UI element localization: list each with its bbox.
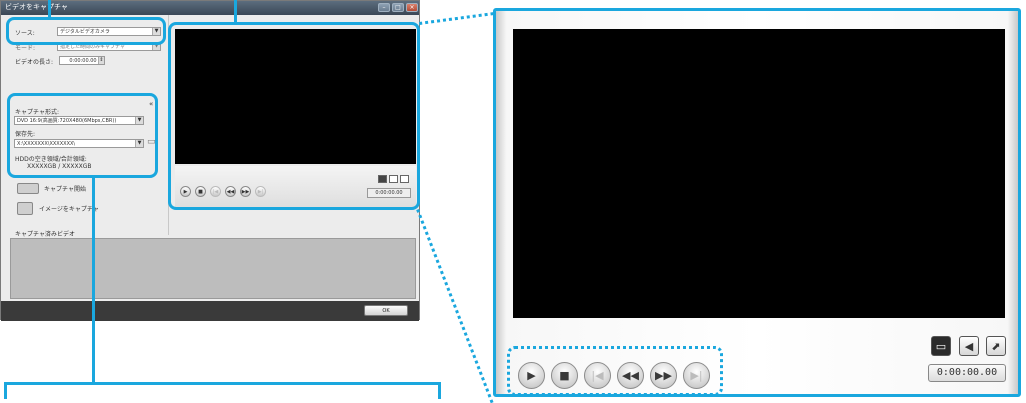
captured-video-label: キャプチャ済みビデオ: [15, 231, 75, 238]
settings-callout-left: [4, 382, 7, 399]
capture-image-button[interactable]: イメージをキャプチャ: [17, 202, 99, 215]
zoom-connector-bottom: [416, 209, 494, 403]
title-bar: ビデオをキャプチャ – □ ×: [1, 1, 419, 15]
stop-button[interactable]: ■: [551, 362, 578, 389]
source-callout-line: [48, 0, 51, 18]
speaker-icon[interactable]: ◀: [959, 336, 979, 356]
preview-highlight: [168, 22, 420, 210]
settings-callout-right: [438, 382, 441, 399]
capture-image-label: イメージをキャプチャ: [39, 206, 99, 213]
capture-settings-highlight: [7, 93, 158, 178]
source-highlight: [6, 17, 166, 45]
next-button[interactable]: ▶|: [683, 362, 710, 389]
settings-callout-line: [92, 178, 95, 384]
rewind-button[interactable]: ◀◀: [617, 362, 644, 389]
ok-button[interactable]: OK: [364, 305, 408, 316]
time-display: 0:00:00.00: [928, 364, 1006, 382]
zoom-connector-top: [419, 12, 494, 25]
play-button[interactable]: ▶: [518, 362, 545, 389]
zoomed-preview-panel: ▭ ◀ ⬈ ▶ ■ |◀ ◀◀ ▶▶ ▶| 0:00:00.00: [493, 8, 1021, 397]
fullscreen-icon[interactable]: ⬈: [986, 336, 1006, 356]
camera-icon: [17, 202, 33, 215]
snapshot-icon[interactable]: ▭: [931, 336, 951, 356]
window-title: ビデオをキャプチャ: [5, 3, 68, 11]
video-preview: [513, 29, 1005, 318]
minimize-icon[interactable]: –: [378, 3, 390, 12]
bottom-bar: OK: [1, 301, 419, 321]
captured-video-list[interactable]: [10, 238, 416, 299]
settings-callout-bar: [4, 382, 441, 385]
close-icon[interactable]: ×: [406, 3, 418, 12]
video-length-value: 0:00:00.00: [69, 58, 97, 64]
video-length-label: ビデオの長さ:: [15, 59, 54, 66]
maximize-icon[interactable]: □: [392, 3, 404, 12]
start-capture-label: キャプチャ開始: [44, 186, 86, 193]
start-capture-button[interactable]: キャプチャ開始: [17, 183, 86, 194]
video-length-field[interactable]: 0:00:00.00 ⇕: [59, 56, 105, 65]
preview-callout-line: [234, 0, 237, 23]
spinner-icon[interactable]: ⇕: [98, 57, 104, 64]
fast-forward-button[interactable]: ▶▶: [650, 362, 677, 389]
video-camera-icon: [17, 183, 39, 194]
previous-button[interactable]: |◀: [584, 362, 611, 389]
